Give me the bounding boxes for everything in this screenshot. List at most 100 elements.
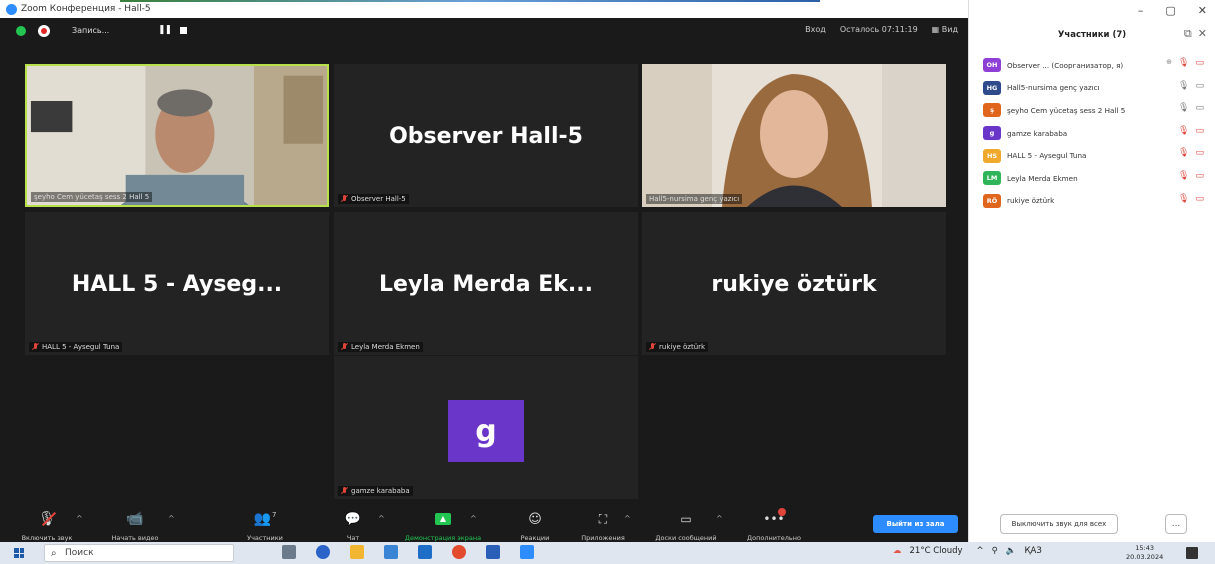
tray-chevron-icon[interactable]: ^ (977, 546, 984, 556)
participants-icon: 👥 (253, 511, 271, 527)
tile-big-name: HALL 5 - Ayseg... (71, 272, 283, 297)
participants-list: OH Observer ... (Соорганизатор, я) ⊕ 🎙 ▭ HG Ha… (983, 54, 1208, 212)
chevron-up-icon[interactable]: ^ (168, 514, 175, 523)
network-icon[interactable]: ⚲ (992, 546, 998, 556)
whiteboards-label: Доски сообщений (655, 534, 717, 542)
topbar-right: Вход Осталось 07:11:19 ▦ Вид (805, 25, 958, 34)
taskbar-clock[interactable]: 15:43 20.03.2024 (1126, 544, 1163, 562)
pause-record-button[interactable]: ❚❚ (158, 25, 172, 35)
tile-name: şeyho Cem yücetaş sess 2 Hall 5 (34, 193, 150, 201)
participants-button[interactable]: 👥 7 Участники (230, 508, 300, 542)
tile-nametag: Leyla Merda Ekmen (338, 342, 423, 352)
security-shield-icon[interactable] (16, 26, 26, 36)
minimize-icon[interactable]: – (1138, 4, 1144, 17)
whiteboard-icon: ▭ (680, 512, 692, 526)
apps-button[interactable]: ⛶ ^ Приложения (568, 508, 638, 543)
view-label: Вид (941, 25, 958, 34)
volume-icon[interactable]: 🔈 (1006, 546, 1017, 556)
share-screen-icon: ▲ (435, 513, 451, 525)
participant-row[interactable]: LM Leyla Merda Ekmen 🎙 ▭ (983, 167, 1208, 190)
cohost-shield-icon: ⊕ (1166, 58, 1173, 66)
app-icon[interactable] (316, 545, 330, 559)
close-panel-icon[interactable]: ✕ (1198, 27, 1207, 41)
apps-icon: ⛶ (598, 511, 608, 526)
chat-button[interactable]: 💬 ^ Чат (318, 508, 388, 543)
chevron-up-icon[interactable]: ^ (378, 514, 385, 523)
language-indicator[interactable]: ҚАЗ (1024, 546, 1041, 556)
panel-more-button[interactable]: ... (1165, 514, 1187, 534)
tile-nametag: gamze karababa (338, 486, 413, 496)
video-tile-seyho[interactable]: şeyho Cem yücetaş sess 2 Hall 5 (25, 64, 329, 207)
tile-name: Hall5-nursima genç yazıcı (649, 195, 740, 203)
video-tile-rukiye[interactable]: rukiye öztürk rukiye öztürk (642, 212, 946, 355)
share-screen-label: Демонстрация экрана (404, 534, 482, 542)
chevron-up-icon[interactable]: ^ (624, 514, 631, 523)
camera-off-icon: ▭ (1195, 58, 1204, 68)
participant-name: Hall5-nursima genç yazıcı (1007, 83, 1100, 93)
meeting-area: Запись... ❚❚ Вход Осталось 07:11:19 ▦ Ви… (0, 18, 968, 560)
chevron-up-icon[interactable]: ^ (470, 514, 477, 523)
stop-record-button[interactable] (180, 27, 187, 34)
enter-button[interactable]: Вход (805, 25, 826, 34)
participant-row[interactable]: HG Hall5-nursima genç yazıcı 🎙 ▭ (983, 77, 1208, 100)
participant-name: şeyho Cem yücetaş sess 2 Hall 5 (1007, 105, 1126, 115)
chrome-icon[interactable] (452, 545, 466, 559)
start-video-button[interactable]: 📹 ^ Начать видео (100, 508, 175, 542)
whiteboards-button[interactable]: ▭ ^ Доски сообщений (644, 508, 728, 542)
tile-nametag: Hall5-nursima genç yazıcı (646, 194, 743, 204)
word-icon[interactable] (486, 545, 500, 559)
video-tile-gamze[interactable]: g gamze karababa (334, 356, 638, 499)
mute-all-button[interactable]: Выключить звук для всех (1000, 514, 1118, 534)
participant-status-icons: 🎙 ▭ (1178, 126, 1204, 136)
mic-off-icon (341, 487, 348, 495)
notification-icon[interactable] (1186, 547, 1198, 559)
video-tile-leyla[interactable]: Leyla Merda Ek... Leyla Merda Ekmen (334, 212, 638, 355)
tile-big-name: rukiye öztürk (711, 272, 877, 297)
participant-avatar: OH (983, 58, 1001, 73)
reactions-label: Реакции (520, 534, 550, 542)
store-icon[interactable] (384, 545, 398, 559)
chevron-up-icon[interactable]: ^ (76, 514, 83, 523)
participant-row[interactable]: ş şeyho Cem yücetaş sess 2 Hall 5 🎙 ▭ (983, 99, 1208, 122)
participants-label: Участники (247, 534, 283, 542)
participant-row[interactable]: HS HALL 5 - Aysegul Tuna 🎙 ▭ (983, 144, 1208, 167)
mail-icon[interactable] (418, 545, 432, 559)
remaining-time: Осталось 07:11:19 (839, 25, 918, 34)
close-icon[interactable]: ✕ (1198, 4, 1207, 17)
video-tile-nursima[interactable]: Hall5-nursima genç yazıcı (642, 64, 946, 207)
participant-avatar: HS (983, 148, 1001, 163)
maximize-icon[interactable]: ▢ (1165, 4, 1175, 17)
windows-start-icon[interactable] (14, 548, 24, 558)
tile-nametag: HALL 5 - Aysegul Tuna (29, 342, 123, 352)
file-explorer-icon[interactable] (350, 545, 364, 559)
participant-name: gamze karababa (1007, 128, 1068, 138)
more-button[interactable]: ••• Дополнительно (736, 508, 812, 542)
video-tile-observer[interactable]: Observer Hall-5 Observer Hall-5 (334, 64, 638, 207)
zoom-taskbar-icon[interactable] (520, 545, 534, 559)
participant-row[interactable]: RÖ rukiye öztürk 🎙 ▭ (983, 190, 1208, 213)
video-tile-aysegul[interactable]: HALL 5 - Ayseg... HALL 5 - Aysegul Tuna (25, 212, 329, 355)
taskbar-search[interactable]: ⌕ Поиск (44, 544, 234, 562)
search-placeholder: Поиск (65, 548, 94, 558)
weather-text[interactable]: 21°C Cloudy (910, 546, 963, 556)
record-icon (38, 25, 50, 37)
reactions-button[interactable]: ☺ Реакции (500, 508, 570, 543)
system-tray: ☁ 21°C Cloudy ^ ⚲ 🔈 ҚАЗ (893, 546, 1042, 556)
camera-on-icon: ▭ (1195, 103, 1204, 114)
chat-icon: 💬 (344, 511, 362, 527)
tile-nametag: rukiye öztürk (646, 342, 709, 352)
participant-status-icons: 🎙 ▭ (1178, 103, 1204, 113)
leave-room-button[interactable]: Выйти из зала (873, 515, 958, 533)
participant-name: rukiye öztürk (1007, 196, 1055, 206)
share-screen-button[interactable]: ▲ ^ Демонстрация экрана (398, 508, 488, 542)
reaction-smile-icon: ☺ (528, 511, 542, 527)
participants-panel: – ▢ ✕ Участники (7) ⧉ ✕ OH Observer ... (… (968, 0, 1215, 542)
participant-row[interactable]: OH Observer ... (Соорганизатор, я) ⊕ 🎙 ▭ (983, 54, 1208, 77)
participant-status-icons: 🎙 ▭ (1178, 148, 1204, 158)
task-view-icon[interactable] (282, 545, 296, 559)
chevron-up-icon[interactable]: ^ (716, 514, 723, 523)
popout-icon[interactable]: ⧉ (1184, 27, 1192, 41)
participant-row[interactable]: g gamze karababa 🎙 ▭ (983, 122, 1208, 145)
unmute-button[interactable]: 🎙^ Включить звук (12, 508, 83, 542)
view-button[interactable]: ▦ Вид (932, 25, 958, 34)
